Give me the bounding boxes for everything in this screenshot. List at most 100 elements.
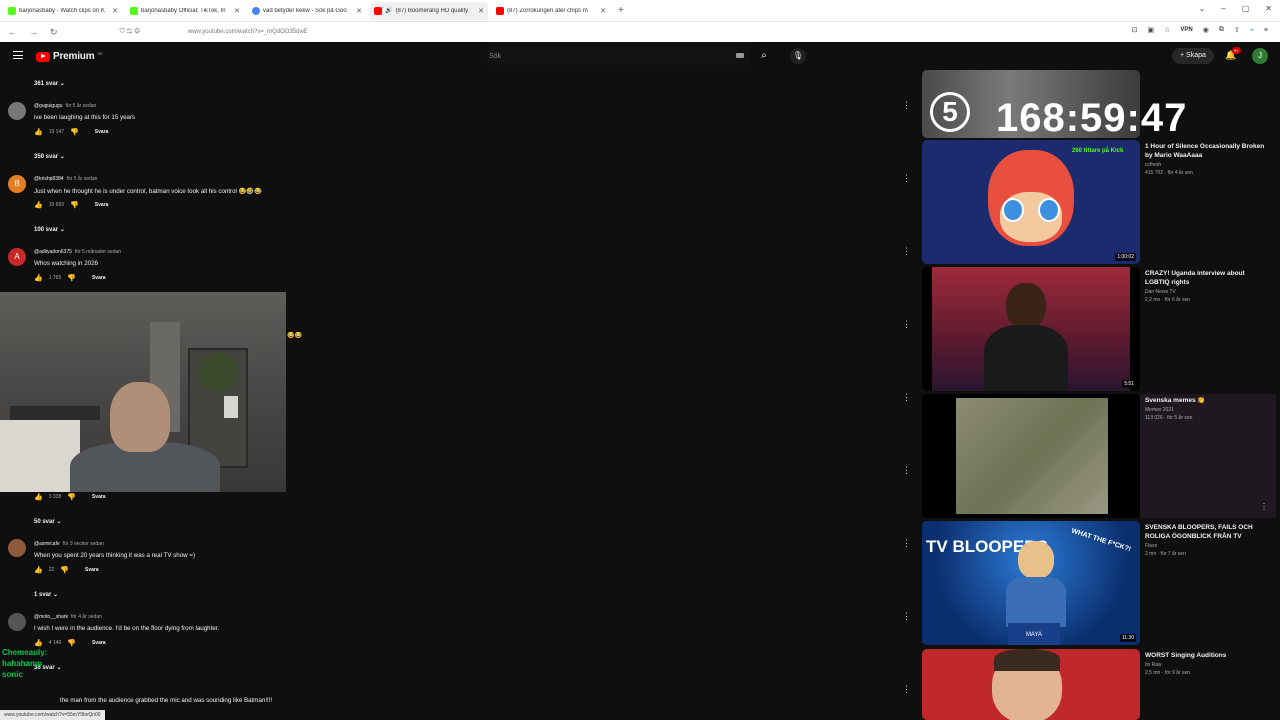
related-videos: 5 168:59:47 260 tittare på Kick 1:00:02 … xyxy=(920,70,1280,720)
singer-hair xyxy=(994,649,1060,671)
microphone-icon[interactable]: 🎙 xyxy=(790,48,806,64)
reply-button[interactable]: Svara xyxy=(95,129,109,135)
dislike-icon[interactable]: 👎 xyxy=(70,128,79,136)
replies-toggle[interactable]: 1 svar ⌄ xyxy=(34,591,58,598)
audio-icon[interactable]: 🔊 xyxy=(385,7,392,14)
dislike-icon[interactable]: 👎 xyxy=(67,274,76,282)
comment-menu-icon[interactable]: ⋮ xyxy=(902,392,911,403)
reload-icon[interactable]: ↻ xyxy=(50,27,58,38)
comment-header: @krishp8384 för 5 år sedan xyxy=(34,176,98,182)
back-icon[interactable]: ← xyxy=(8,27,17,38)
account-icon[interactable]: ◉ xyxy=(1203,26,1209,34)
like-icon[interactable]: 👍 xyxy=(34,201,43,209)
new-tab-icon[interactable]: + xyxy=(618,5,624,16)
youtube-logo[interactable]: Premium SE xyxy=(36,51,103,62)
comment-avatar[interactable]: A xyxy=(8,248,26,266)
close-window-icon[interactable]: ✕ xyxy=(1265,4,1272,13)
account-avatar[interactable]: J xyxy=(1252,48,1268,64)
video-meta[interactable]: SVENSKA BLOOPERS, FAILS OCH ROLIGA ÖGONB… xyxy=(1145,523,1270,557)
comment-menu-icon[interactable]: ⋮ xyxy=(902,465,911,476)
like-icon[interactable]: 👍 xyxy=(34,639,43,647)
cam-lamp xyxy=(224,396,238,418)
browser-tab-active[interactable]: 🔊 (87) Boomerang HD quality ✕ xyxy=(370,1,488,20)
browser-tab[interactable]: barjonasbaby - Watch clips on K ✕ xyxy=(4,2,122,20)
menu-icon[interactable]: ≡ xyxy=(1264,27,1268,34)
comment-actions: 👍 1 765 👎 Svara xyxy=(34,274,106,282)
video-thumbnail[interactable]: 5:51 xyxy=(922,267,1140,391)
extensions-icon[interactable]: ⧉ xyxy=(1219,26,1224,34)
notification-badge: 9+ xyxy=(1232,47,1241,54)
replies-toggle[interactable]: 100 svar ⌄ xyxy=(34,226,65,233)
comment-actions: 👍 3 338 👎 Svara xyxy=(34,493,106,501)
close-tab-icon[interactable]: ✕ xyxy=(234,7,240,15)
url-field[interactable]: www.youtube.com/watch?v=_mQdOO35dwE xyxy=(188,29,308,35)
vpn-button[interactable]: VPN xyxy=(1180,27,1192,33)
search-input[interactable]: Sök xyxy=(480,47,750,65)
close-tab-icon[interactable]: ✕ xyxy=(112,7,118,15)
comment-menu-icon[interactable]: ⋮ xyxy=(902,611,911,622)
hamburger-menu-icon[interactable] xyxy=(13,51,23,59)
mario-eye xyxy=(1038,198,1060,222)
video-duration: 1:00:02 xyxy=(1115,253,1136,261)
shield-icon[interactable]: ⛉ ⇆ ⚙ xyxy=(120,28,140,36)
install-icon[interactable]: ⊡ xyxy=(1132,26,1138,34)
video-thumbnail[interactable]: 260 tittare på Kick 1:00:02 xyxy=(922,140,1140,264)
comment-header: @adityadon6375 för 5 månader sedan xyxy=(34,249,122,255)
minimize-icon[interactable]: – xyxy=(1221,4,1225,13)
close-tab-icon[interactable]: ✕ xyxy=(356,7,362,15)
video-meta[interactable]: CRAZY! Uganda interview about LGBTIQ rig… xyxy=(1145,269,1270,303)
like-icon[interactable]: 👍 xyxy=(34,128,43,136)
replies-toggle[interactable]: 50 svar ⌄ xyxy=(34,518,61,525)
comment-avatar[interactable]: B xyxy=(8,175,26,193)
video-meta[interactable]: Svenska memes 👏 Memes 2021 113 026 · för… xyxy=(1145,396,1270,421)
comment-avatar[interactable] xyxy=(8,102,26,120)
comment-menu-icon[interactable]: ⋮ xyxy=(902,319,911,330)
like-icon[interactable]: 👍 xyxy=(34,566,43,574)
browser-tab[interactable]: vad betyder kekw - Sök på Goo ✕ xyxy=(248,2,366,20)
countdown-timer: 168:59:47 xyxy=(996,96,1188,140)
close-tab-icon[interactable]: ✕ xyxy=(478,7,484,15)
comment-menu-icon[interactable]: ⋮ xyxy=(902,538,911,549)
tab-list-icon[interactable]: ⌄ xyxy=(1199,4,1206,13)
video-thumbnail[interactable]: TV BLOOPERS WHAT THE F*CK?! MAYA 11:30 xyxy=(922,521,1140,645)
video-meta[interactable]: 1 Hour of Silence Occasionally Broken by… xyxy=(1145,142,1270,176)
reply-button[interactable]: Svara xyxy=(92,640,106,646)
comment-header: @asmrcafe för 3 veckor sedan xyxy=(34,541,104,547)
comment-avatar[interactable] xyxy=(8,539,26,557)
comment-menu-icon[interactable]: ⋮ xyxy=(902,246,911,257)
comment-menu-icon[interactable]: ⋮ xyxy=(902,684,911,695)
search-icon[interactable]: ⌕ xyxy=(752,48,776,64)
like-icon[interactable]: 👍 xyxy=(34,274,43,282)
dislike-icon[interactable]: 👎 xyxy=(67,639,76,647)
reply-button[interactable]: Svara xyxy=(92,275,106,281)
share-icon[interactable]: ⇧ xyxy=(1234,26,1240,34)
keyboard-icon[interactable] xyxy=(736,53,744,58)
replies-toggle[interactable]: 350 svar ⌄ xyxy=(34,153,65,160)
reply-button[interactable]: Svara xyxy=(92,494,106,500)
comment-menu-icon[interactable]: ⋮ xyxy=(902,100,911,111)
dislike-icon[interactable]: 👎 xyxy=(67,493,76,501)
extension-icon[interactable]: ⌁ xyxy=(1250,26,1254,34)
bookmark-star-icon[interactable]: ☆ xyxy=(1164,26,1170,34)
dislike-icon[interactable]: 👎 xyxy=(60,566,69,574)
replies-toggle[interactable]: 361 svar ⌄ xyxy=(34,80,65,87)
close-tab-icon[interactable]: ✕ xyxy=(600,7,606,15)
like-icon[interactable]: 👍 xyxy=(34,493,43,501)
comment-menu-icon[interactable]: ⋮ xyxy=(902,173,911,184)
maximize-icon[interactable]: ▢ xyxy=(1242,4,1250,13)
forward-icon[interactable]: → xyxy=(29,27,38,38)
browser-tab[interactable]: (87) Zorrokungen äter chips m ✕ xyxy=(492,2,610,20)
comment-text: When you spent 20 years thinking it was … xyxy=(34,552,196,559)
browser-tab[interactable]: barjonasbaby Official: TikTok, In ✕ xyxy=(126,2,244,20)
video-meta[interactable]: WORST Singing Auditions Its Raw 2,5 mn ·… xyxy=(1145,651,1270,676)
screenshot-icon[interactable]: ▣ xyxy=(1147,26,1154,34)
comment-avatar[interactable] xyxy=(8,613,26,631)
video-thumbnail[interactable] xyxy=(922,394,1140,518)
video-menu-icon[interactable]: ⋮ xyxy=(1260,502,1268,511)
reply-button[interactable]: Svara xyxy=(95,202,109,208)
reply-button[interactable]: Svara xyxy=(85,567,99,573)
create-button[interactable]: + Skapa xyxy=(1172,48,1214,64)
dislike-icon[interactable]: 👎 xyxy=(70,201,79,209)
video-thumbnail[interactable] xyxy=(922,649,1140,720)
chat-line: Chemeauly: xyxy=(2,648,48,657)
